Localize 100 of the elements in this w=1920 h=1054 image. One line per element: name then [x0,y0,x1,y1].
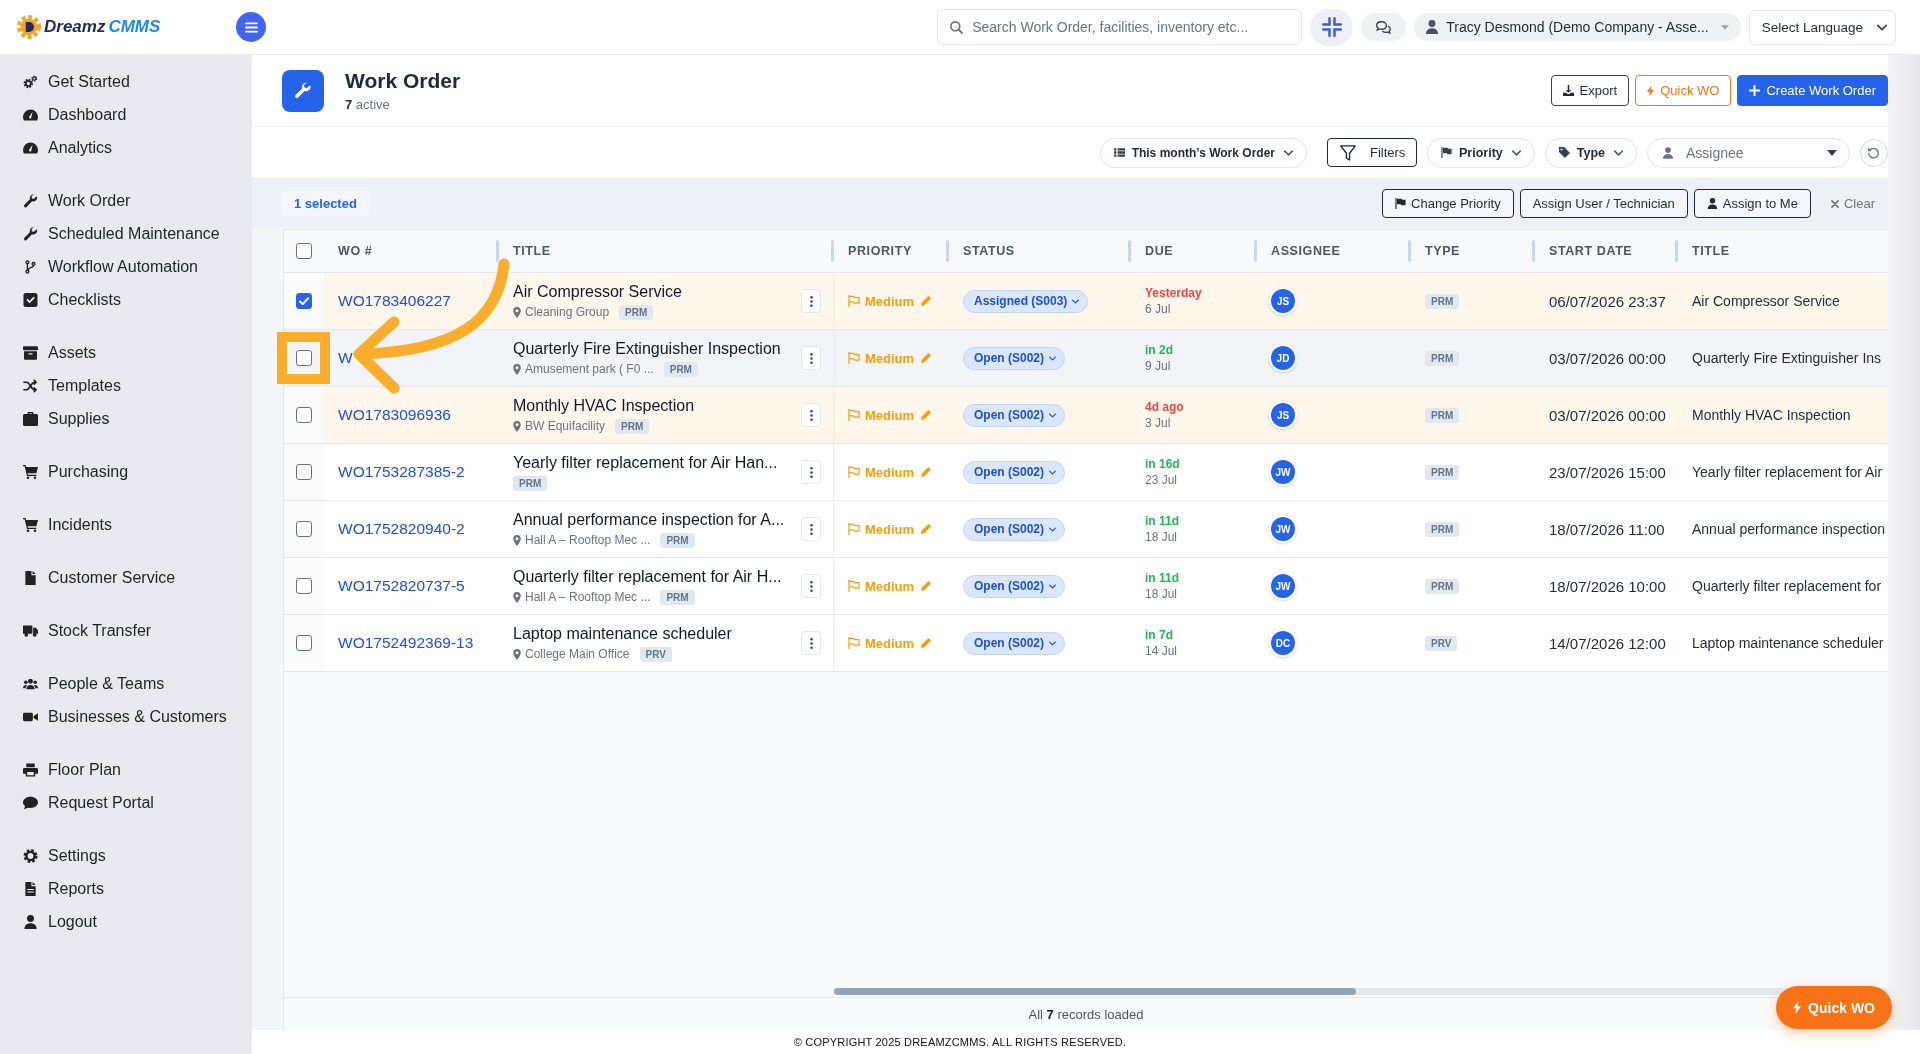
pin-icon [513,534,521,546]
sidebar-item[interactable]: Templates [0,369,252,402]
status-dropdown[interactable]: Open (S002) [963,574,1066,598]
row-checkbox[interactable] [296,293,312,309]
due-date: 3 Jul [1145,416,1171,430]
assignee-avatar: JW [1271,517,1295,541]
status-dropdown[interactable]: Open (S002) [963,403,1066,427]
row-checkbox[interactable] [296,635,312,651]
type-label: PRV [639,646,672,662]
sidebar-item[interactable]: Customer Service [0,561,252,594]
row-menu-button[interactable] [801,574,821,598]
flag-icon [848,637,860,649]
compress-button[interactable] [1310,8,1354,46]
assignee-avatar: JS [1271,289,1295,313]
export-button[interactable]: Export [1550,75,1630,106]
sidebar-item[interactable]: Scheduled Maintenance [0,217,252,250]
location-text: Hall A – Rooftop Mec ... [525,590,651,604]
type-dropdown[interactable]: Type [1544,137,1637,168]
due-relative: Yesterday [1145,286,1202,300]
assignee-select[interactable]: Assignee [1647,137,1850,168]
type-label: PRV [1425,635,1458,651]
sidebar-item[interactable]: People & Teams [0,667,252,700]
chat-button[interactable] [1361,13,1407,41]
logo-gear-icon [17,15,41,39]
status-dropdown[interactable]: Open (S002) [963,346,1066,370]
active-count: 7 active [345,97,391,113]
sidebar-item[interactable]: Incidents [0,508,252,541]
sidebar-item[interactable]: Purchasing [0,455,252,488]
change-priority-button[interactable]: Change Priority [1382,189,1514,218]
compress-icon [1321,17,1342,37]
clear-button[interactable]: Clear [1830,196,1875,211]
work-order-link[interactable]: WO1783406227 [338,292,451,310]
pin-icon [513,306,521,318]
row-menu-button[interactable] [801,289,821,313]
cart-icon [23,517,38,532]
work-order-link[interactable]: W [338,349,353,367]
sidebar-item[interactable]: Analytics [0,131,252,164]
pencil-icon[interactable] [921,638,932,648]
type-label: PRM [1425,578,1460,594]
language-select[interactable]: Select Language [1748,9,1896,45]
row-menu-button[interactable] [801,517,821,541]
chevron-down-icon [1614,149,1623,156]
sidebar-item[interactable]: Logout [0,905,252,938]
user-menu[interactable]: Tracy Desmond (Demo Company - Asse... [1414,13,1741,41]
row-menu-button[interactable] [801,631,821,655]
priority-dropdown[interactable]: Priority [1427,137,1535,168]
sidebar-item[interactable]: Floor Plan [0,753,252,786]
status-dropdown[interactable]: Open (S002) [963,631,1066,655]
pencil-icon[interactable] [921,467,932,477]
sidebar-item[interactable]: Settings [0,839,252,872]
row-checkbox[interactable] [296,464,312,480]
sidebar-item[interactable]: Reports [0,872,252,905]
search-field[interactable]: Search Work Order, facilities, inventory etc... [937,9,1303,45]
work-order-link[interactable]: WO1752492369-13 [338,634,474,652]
status-dropdown[interactable]: Open (S002) [963,460,1066,484]
status-dropdown[interactable]: Assigned (S003) [963,289,1089,313]
start-date: 23/07/2026 15:00 [1549,463,1666,481]
due-date: 9 Jul [1145,359,1171,373]
start-date: 03/07/2026 00:00 [1549,406,1666,424]
user-icon [1426,20,1439,34]
view-dropdown[interactable]: This month’s Work Order [1099,137,1307,168]
reset-button[interactable] [1860,138,1888,167]
row-menu-button[interactable] [801,403,821,427]
row-checkbox[interactable] [296,521,312,537]
sidebar-item[interactable]: Get Started [0,65,252,98]
work-order-link[interactable]: WO1752820940-2 [338,520,465,538]
row-checkbox[interactable] [296,350,312,366]
sidebar-item[interactable]: Workflow Automation [0,250,252,283]
row-menu-button[interactable] [801,346,821,370]
close-icon [1830,199,1839,208]
work-order-link[interactable]: WO1752820737-5 [338,577,465,595]
work-order-link[interactable]: WO1753287385-2 [338,463,465,481]
sidebar-item[interactable]: Businesses & Customers [0,700,252,733]
scrollbar-thumb[interactable] [834,988,1356,995]
work-order-link[interactable]: WO1783096936 [338,406,451,424]
checkmark-icon [299,297,309,305]
filters-button[interactable]: Filters [1327,138,1417,167]
due-date: 14 Jul [1145,644,1178,658]
chevron-down-icon [1284,149,1293,156]
pencil-icon[interactable] [921,524,932,534]
row-menu-button[interactable] [801,460,821,484]
create-button[interactable]: Create Work Order [1737,75,1888,106]
priority-label: Medium [865,350,915,366]
location-text: BW Equifacility [525,419,606,433]
select-all-checkbox[interactable] [296,243,312,259]
row-checkbox[interactable] [296,407,312,423]
row-checkbox[interactable] [296,578,312,594]
sidebar-item[interactable]: Work Order [0,184,252,217]
sidebar-item[interactable]: Request Portal [0,786,252,819]
sidebar-item[interactable]: Checklists [0,283,252,316]
assign-user-button[interactable]: Assign User / Technician [1519,189,1688,218]
status-dropdown[interactable]: Open (S002) [963,517,1066,541]
more-vertical-icon [809,637,813,649]
pencil-icon[interactable] [921,581,932,591]
sidebar-item[interactable]: Dashboard [0,98,252,131]
menu-button[interactable] [236,12,266,42]
sidebar-item[interactable]: Supplies [0,402,252,435]
sidebar-item[interactable]: Stock Transfer [0,614,252,647]
assign-to-me-button[interactable]: Assign to Me [1693,189,1811,218]
sidebar-item[interactable]: Assets [0,336,252,369]
